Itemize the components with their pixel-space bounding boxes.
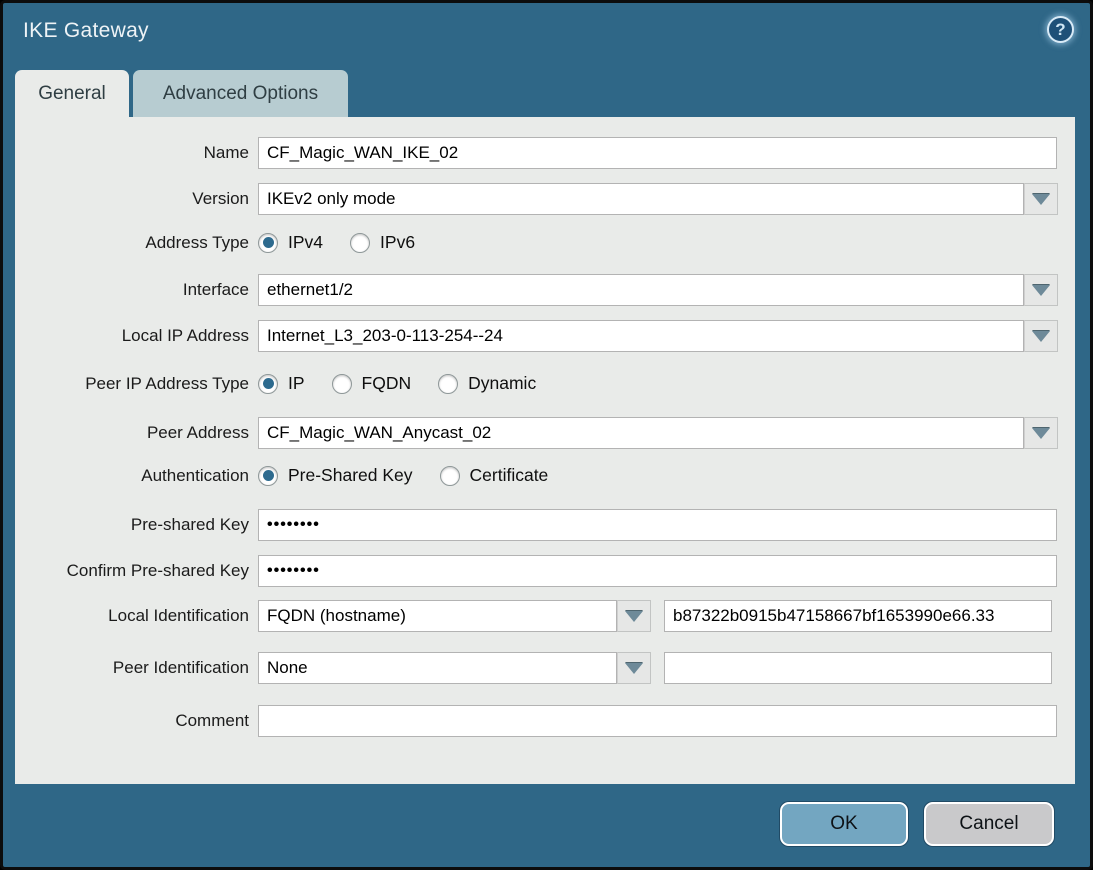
confirm-pre-shared-key-input[interactable] [258, 555, 1057, 587]
chevron-down-icon [625, 663, 643, 674]
peer-ip-type-ip-label: IP [288, 373, 305, 394]
radio-selected-icon[interactable] [258, 374, 278, 394]
peer-ip-type-ip-option[interactable]: IP [258, 373, 305, 394]
version-row: Version IKEv2 only mode [15, 183, 1075, 215]
address-type-ipv4-option[interactable]: IPv4 [258, 232, 323, 253]
peer-ip-address-type-row: Peer IP Address Type IP FQDN Dynamic [15, 373, 1075, 394]
peer-ip-type-dynamic-label: Dynamic [468, 373, 536, 394]
confirm-pre-shared-key-row: Confirm Pre-shared Key [15, 555, 1075, 587]
pre-shared-key-label: Pre-shared Key [15, 515, 258, 535]
tab-advanced-options-label: Advanced Options [163, 83, 318, 105]
local-ip-address-row: Local IP Address Internet_L3_203-0-113-2… [15, 320, 1075, 352]
local-identification-row: Local Identification FQDN (hostname) [15, 600, 1075, 632]
interface-label: Interface [15, 280, 258, 300]
comment-input[interactable] [258, 705, 1057, 737]
peer-identification-row: Peer Identification None [15, 652, 1075, 684]
local-ip-address-label: Local IP Address [15, 326, 258, 346]
peer-identification-value-input[interactable] [664, 652, 1052, 684]
chevron-down-icon [1032, 285, 1050, 296]
chevron-down-icon [625, 611, 643, 622]
ok-button[interactable]: OK [780, 802, 908, 846]
peer-ip-type-fqdn-label: FQDN [362, 373, 412, 394]
interface-dropdown[interactable]: ethernet1/2 [258, 274, 1058, 306]
pre-shared-key-input[interactable] [258, 509, 1057, 541]
cancel-button[interactable]: Cancel [924, 802, 1054, 846]
comment-row: Comment [15, 705, 1075, 737]
authentication-psk-label: Pre-Shared Key [288, 465, 413, 486]
peer-identification-type-value: None [258, 652, 617, 684]
peer-address-row: Peer Address CF_Magic_WAN_Anycast_02 [15, 417, 1075, 449]
peer-ip-type-dynamic-option[interactable]: Dynamic [438, 373, 536, 394]
local-ip-address-dropdown[interactable]: Internet_L3_203-0-113-254--24 [258, 320, 1058, 352]
peer-ip-type-fqdn-option[interactable]: FQDN [332, 373, 412, 394]
local-identification-value-input[interactable] [664, 600, 1052, 632]
authentication-certificate-label: Certificate [470, 465, 549, 486]
local-identification-type-value: FQDN (hostname) [258, 600, 617, 632]
local-identification-label: Local Identification [15, 606, 258, 626]
address-type-ipv4-label: IPv4 [288, 232, 323, 253]
address-type-label: Address Type [15, 233, 258, 253]
version-value: IKEv2 only mode [258, 183, 1024, 215]
chevron-down-icon [1032, 428, 1050, 439]
name-row: Name [15, 137, 1075, 169]
local-identification-dropdown-button[interactable] [617, 600, 651, 632]
authentication-label: Authentication [15, 466, 258, 486]
radio-unselected-icon[interactable] [438, 374, 458, 394]
peer-identification-dropdown-button[interactable] [617, 652, 651, 684]
name-label: Name [15, 143, 258, 163]
peer-address-dropdown-button[interactable] [1024, 417, 1058, 449]
address-type-ipv6-option[interactable]: IPv6 [350, 232, 415, 253]
version-label: Version [15, 189, 258, 209]
radio-unselected-icon[interactable] [350, 233, 370, 253]
tab-bar: General Advanced Options [3, 69, 1090, 117]
chevron-down-icon [1032, 331, 1050, 342]
peer-ip-address-type-label: Peer IP Address Type [15, 374, 258, 394]
help-question-icon[interactable]: ? [1047, 16, 1074, 43]
local-ip-address-dropdown-button[interactable] [1024, 320, 1058, 352]
radio-selected-icon[interactable] [258, 233, 278, 253]
authentication-row: Authentication Pre-Shared Key Certificat… [15, 465, 1075, 486]
interface-dropdown-button[interactable] [1024, 274, 1058, 306]
address-type-ipv6-label: IPv6 [380, 232, 415, 253]
interface-row: Interface ethernet1/2 [15, 274, 1075, 306]
radio-selected-icon[interactable] [258, 466, 278, 486]
radio-unselected-icon[interactable] [440, 466, 460, 486]
radio-unselected-icon[interactable] [332, 374, 352, 394]
dialog-footer: OK Cancel [3, 784, 1090, 846]
name-input[interactable] [258, 137, 1057, 169]
peer-address-dropdown[interactable]: CF_Magic_WAN_Anycast_02 [258, 417, 1058, 449]
peer-address-label: Peer Address [15, 423, 258, 443]
chevron-down-icon [1032, 194, 1050, 205]
address-type-row: Address Type IPv4 IPv6 [15, 232, 1075, 253]
tab-general-label: General [38, 83, 106, 105]
tab-advanced-options[interactable]: Advanced Options [133, 70, 348, 117]
peer-address-value: CF_Magic_WAN_Anycast_02 [258, 417, 1024, 449]
tab-general[interactable]: General [15, 70, 129, 117]
version-dropdown-button[interactable] [1024, 183, 1058, 215]
confirm-pre-shared-key-label: Confirm Pre-shared Key [15, 561, 258, 581]
authentication-certificate-option[interactable]: Certificate [440, 465, 549, 486]
interface-value: ethernet1/2 [258, 274, 1024, 306]
dialog-titlebar: IKE Gateway ? [3, 3, 1090, 69]
ike-gateway-dialog: IKE Gateway ? General Advanced Options N… [0, 0, 1093, 870]
version-dropdown[interactable]: IKEv2 only mode [258, 183, 1058, 215]
local-identification-type-dropdown[interactable]: FQDN (hostname) [258, 600, 651, 632]
comment-label: Comment [15, 711, 258, 731]
authentication-psk-option[interactable]: Pre-Shared Key [258, 465, 413, 486]
dialog-title: IKE Gateway [23, 19, 149, 43]
general-tab-panel: Name Version IKEv2 only mode Address Typ… [15, 117, 1075, 784]
peer-identification-label: Peer Identification [15, 658, 258, 678]
local-ip-address-value: Internet_L3_203-0-113-254--24 [258, 320, 1024, 352]
pre-shared-key-row: Pre-shared Key [15, 509, 1075, 541]
peer-identification-type-dropdown[interactable]: None [258, 652, 651, 684]
